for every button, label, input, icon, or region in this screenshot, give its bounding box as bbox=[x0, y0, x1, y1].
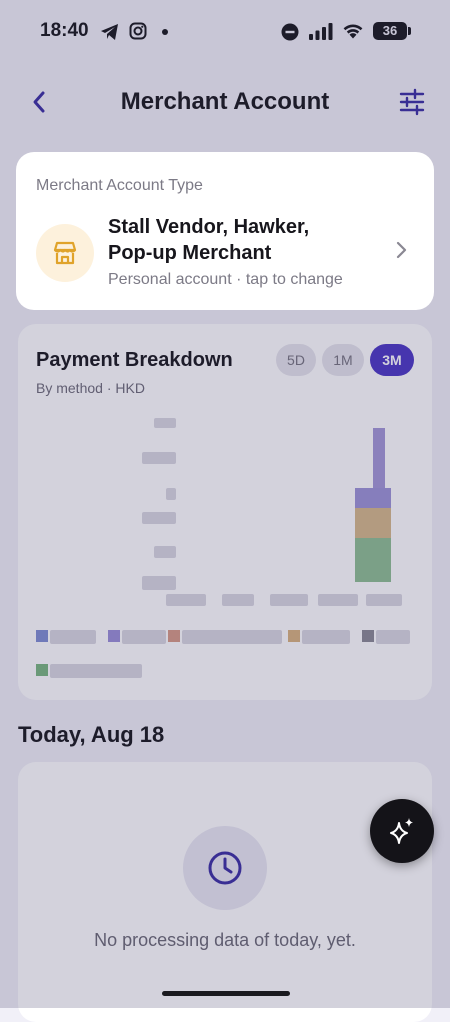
empty-state-message: No processing data of today, yet. bbox=[94, 930, 356, 950]
instagram-icon bbox=[129, 22, 147, 40]
sparkles-icon bbox=[390, 818, 413, 844]
account-type-label: Merchant Account Type bbox=[36, 177, 203, 194]
store-icon bbox=[53, 241, 77, 265]
payment-breakdown-card: Payment Breakdown By method · HKD 5D 1M … bbox=[18, 324, 432, 700]
blurred-tick bbox=[366, 594, 402, 606]
today-heading: Today, Aug 18 bbox=[18, 722, 165, 747]
home-indicator[interactable] bbox=[162, 991, 290, 996]
blurred-bar bbox=[355, 428, 391, 582]
account-type-name-line2: Pop-up Merchant bbox=[108, 242, 272, 264]
blurred-tick bbox=[142, 512, 176, 524]
wifi-icon bbox=[343, 24, 363, 39]
blurred-tick bbox=[142, 452, 176, 464]
battery-cap bbox=[408, 27, 411, 35]
notification-dot-icon bbox=[162, 29, 168, 35]
account-type-subtitle: Personal account · tap to change bbox=[108, 271, 343, 288]
clock-circle bbox=[183, 826, 267, 910]
blurred-tick bbox=[166, 488, 176, 500]
blurred-tick bbox=[154, 546, 176, 558]
ai-assistant-button[interactable] bbox=[370, 799, 434, 863]
sliders-icon[interactable] bbox=[398, 88, 426, 116]
today-card: No processing data of today, yet. bbox=[18, 762, 432, 1022]
blurred-tick bbox=[318, 594, 358, 606]
blurred-tick bbox=[154, 418, 176, 428]
store-icon-badge bbox=[36, 224, 94, 282]
blurred-tick bbox=[142, 576, 176, 590]
status-time: 18:40 bbox=[40, 20, 89, 41]
chevron-right-icon bbox=[396, 241, 407, 259]
clock-icon bbox=[208, 851, 242, 885]
header: Merchant Account bbox=[0, 78, 450, 128]
do-not-disturb-icon bbox=[281, 23, 299, 41]
page-title: Merchant Account bbox=[120, 88, 330, 115]
blurred-tick bbox=[166, 594, 206, 606]
account-type-name: Stall Vendor, Hawker, Pop-up Merchant bbox=[108, 214, 368, 266]
blurred-chart-area bbox=[18, 324, 432, 700]
blurred-legend bbox=[36, 630, 416, 680]
account-type-name-line1: Stall Vendor, Hawker, bbox=[108, 216, 310, 238]
status-bar: 18:40 36 bbox=[0, 0, 450, 62]
blurred-tick bbox=[270, 594, 308, 606]
blurred-tick bbox=[222, 594, 254, 606]
battery-level: 36 bbox=[382, 23, 398, 38]
merchant-account-type-card[interactable]: Merchant Account Type Stall Vendor, Hawk… bbox=[16, 152, 434, 310]
cellular-signal-icon bbox=[309, 23, 333, 40]
battery-icon: 36 bbox=[373, 22, 407, 40]
telegram-icon bbox=[101, 24, 118, 40]
